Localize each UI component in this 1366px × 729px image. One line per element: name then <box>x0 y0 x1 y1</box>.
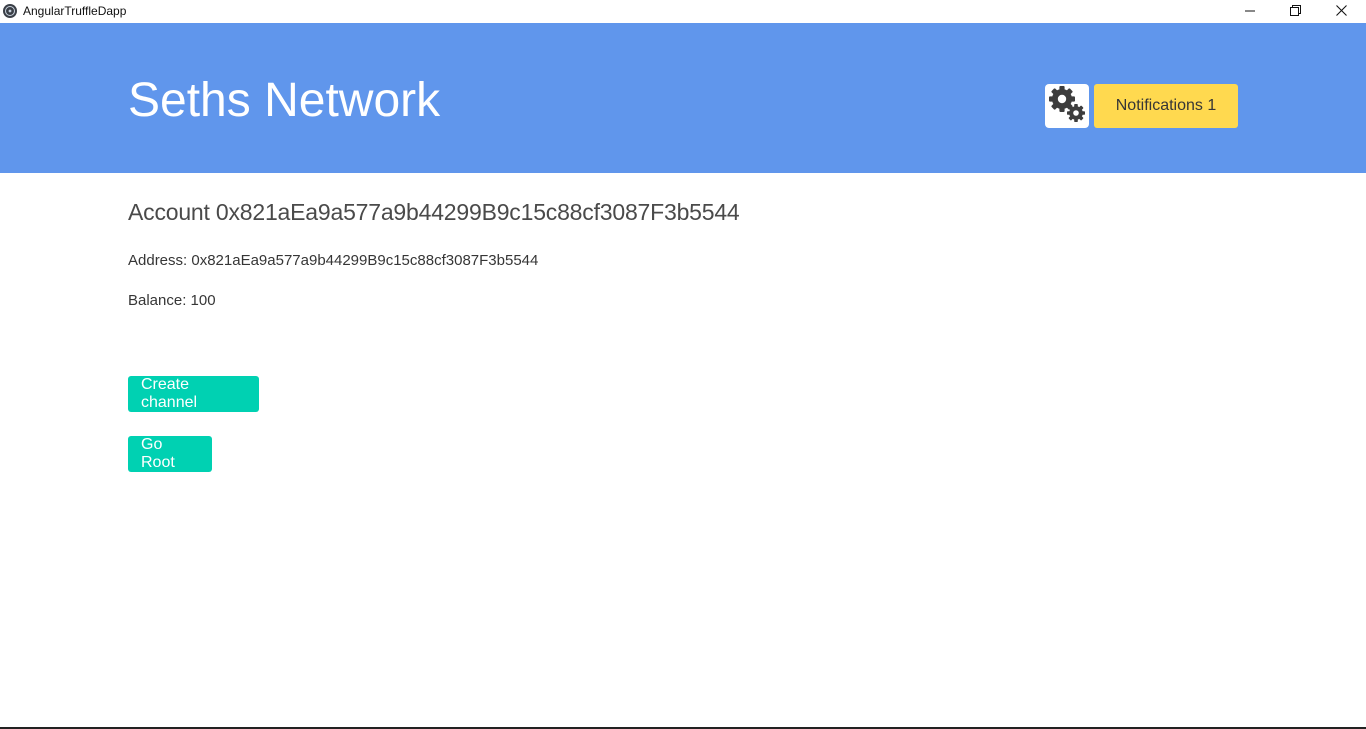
go-root-button[interactable]: Go Root <box>128 436 212 472</box>
address-text: Address: 0x821aEa9a577a9b44299B9c15c88cf… <box>128 252 539 269</box>
account-heading: Account 0x821aEa9a577a9b44299B9c15c88cf3… <box>128 199 740 225</box>
minimize-button[interactable] <box>1227 0 1273 23</box>
balance-text: Balance: 100 <box>128 292 216 309</box>
close-icon <box>1335 3 1347 21</box>
gears-icon <box>1047 84 1087 129</box>
notifications-button[interactable]: Notifications 1 <box>1094 84 1238 128</box>
window-titlebar: AngularTruffleDapp <box>0 0 1366 23</box>
settings-button[interactable] <box>1045 84 1089 128</box>
app-icon <box>3 4 17 18</box>
header-banner: Seths Network Notifications 1 <box>0 23 1366 173</box>
page-title: Seths Network <box>128 74 441 127</box>
window-title: AngularTruffleDapp <box>23 4 127 18</box>
restore-button[interactable] <box>1272 0 1318 23</box>
create-channel-button[interactable]: Create channel <box>128 376 259 412</box>
minimize-icon <box>1245 3 1255 21</box>
restore-icon <box>1289 3 1301 21</box>
close-button[interactable] <box>1318 0 1364 23</box>
